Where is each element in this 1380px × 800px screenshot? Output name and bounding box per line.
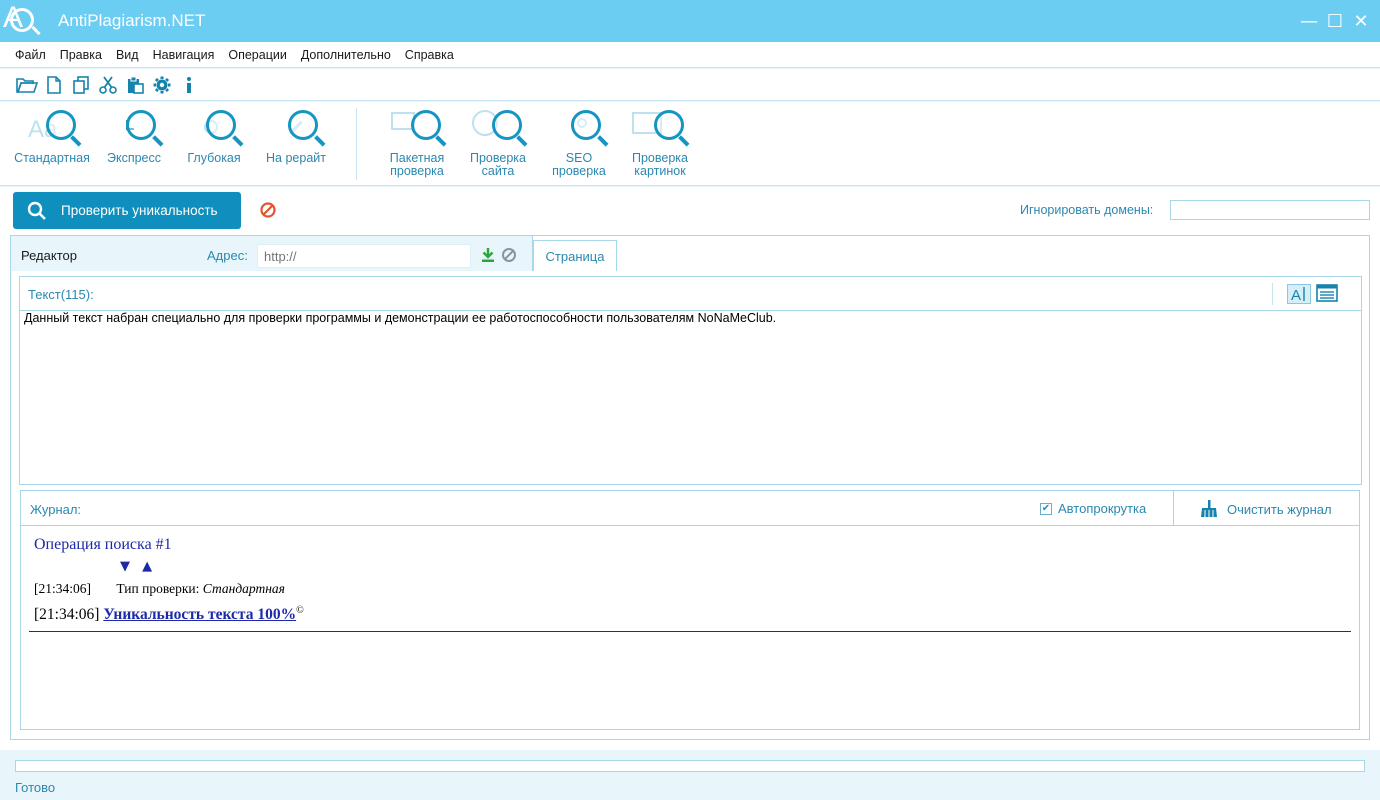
clear-address-icon[interactable] (501, 247, 517, 263)
express-check-button[interactable]: Экспресс (94, 106, 174, 182)
log-entry-result: [21:34:06] Уникальность текста 100%© (34, 605, 304, 624)
menu-edit[interactable]: Правка (53, 48, 109, 62)
deep-check-button[interactable]: Глубокая (174, 106, 254, 182)
log-entry-time: [21:34:06] (34, 581, 91, 596)
standard-check-icon: Aa (24, 106, 82, 152)
arrow-down-icon[interactable]: ▼ (120, 559, 130, 574)
menu-bar: Файл Правка Вид Навигация Операции Допол… (0, 42, 1380, 68)
app-logo-icon: A (0, 0, 42, 42)
standard-check-button[interactable]: Aa Стандартная (12, 106, 92, 182)
ribbon-separator (356, 108, 357, 180)
text-lines-view-icon[interactable] (1316, 284, 1340, 304)
menu-help[interactable]: Справка (398, 48, 461, 62)
uniqueness-result-link[interactable]: Уникальность текста 100% (103, 606, 296, 623)
menu-file[interactable]: Файл (8, 48, 53, 62)
download-icon[interactable] (480, 247, 496, 263)
log-entry-time: [21:34:06] (34, 606, 100, 624)
main-area: Проверить уникальность Игнорировать доме… (0, 187, 1380, 750)
text-count-label: Текст(115): (28, 287, 94, 302)
stop-icon[interactable] (259, 201, 277, 219)
quick-toolbar (0, 69, 1380, 101)
address-label: Адрес: (207, 248, 248, 263)
seo-check-icon (551, 106, 609, 152)
status-text: Готово (15, 780, 56, 795)
menu-navigation[interactable]: Навигация (146, 48, 222, 62)
image-check-icon (632, 106, 690, 152)
rewrite-check-icon (268, 106, 326, 152)
info-icon[interactable] (178, 74, 200, 96)
log-entry-label: Тип проверки: (116, 581, 200, 596)
broom-icon (1201, 500, 1217, 517)
ignore-domains-label: Игнорировать домены: (1020, 203, 1154, 217)
tab-editor[interactable]: Редактор Адрес: (10, 235, 533, 271)
minimize-button[interactable]: — (1296, 0, 1322, 42)
clear-journal-label: Очистить журнал (1227, 501, 1332, 517)
collapse-arrows[interactable]: ▼ ▲ (120, 559, 152, 574)
log-entry-value: Стандартная (202, 581, 285, 596)
tab-page[interactable]: Страница (533, 240, 617, 271)
journal-panel: Журнал: ✔ Автопрокрутка Очистить журнал … (20, 490, 1360, 730)
ribbon-toolbar: Aa Стандартная Экспресс Глубокая На рера… (0, 102, 1380, 186)
seo-check-button[interactable]: SEO проверка (539, 106, 619, 182)
open-folder-icon[interactable] (16, 74, 38, 96)
paste-icon[interactable] (124, 74, 146, 96)
copyright-mark: © (296, 605, 304, 616)
menu-operations[interactable]: Операции (221, 48, 293, 62)
text-cursor-view-icon[interactable]: A (1287, 284, 1311, 304)
text-panel: Текст(115): A Данный текст набран специа… (19, 276, 1362, 485)
menu-extra[interactable]: Дополнительно (294, 48, 398, 62)
journal-header: Журнал: ✔ Автопрокрутка Очистить журнал (21, 491, 1359, 526)
progress-bar (15, 760, 1365, 772)
arrow-up-icon[interactable]: ▲ (142, 559, 152, 574)
autoscroll-checkbox[interactable]: ✔ Автопрокрутка (1040, 501, 1146, 516)
status-bar: Готово (0, 751, 1380, 800)
batch-check-button[interactable]: Пакетная проверка (377, 106, 457, 182)
rewrite-check-button[interactable]: На рерайт (256, 106, 336, 182)
cut-icon[interactable] (97, 74, 119, 96)
text-editor-area[interactable]: Данный текст набран специально для прове… (20, 311, 1361, 325)
menu-view[interactable]: Вид (109, 48, 146, 62)
express-check-icon (106, 106, 164, 152)
title-bar: A AntiPlagiarism.NET — ☐ ✕ (0, 0, 1380, 42)
tab-editor-label: Редактор (21, 248, 77, 263)
check-uniqueness-button[interactable]: Проверить уникальность (13, 192, 241, 229)
image-check-button[interactable]: Проверка картинок (620, 106, 700, 182)
new-file-icon[interactable] (43, 74, 65, 96)
svg-text:A: A (1291, 287, 1301, 304)
deep-check-icon (186, 106, 244, 152)
settings-gear-icon[interactable] (151, 74, 173, 96)
copy-icon[interactable] (70, 74, 92, 96)
address-input[interactable] (257, 244, 471, 268)
journal-header-separator (1173, 491, 1174, 526)
operation-title: Операция поиска #1 (34, 536, 172, 553)
journal-divider (29, 631, 1351, 632)
checkmark-icon: ✔ (1040, 502, 1052, 515)
ignore-domains-input[interactable] (1170, 200, 1370, 220)
log-entry-check-type: [21:34:06] Тип проверки: Стандартная (34, 581, 285, 597)
journal-label: Журнал: (30, 502, 82, 517)
check-uniqueness-label: Проверить уникальность (61, 203, 218, 218)
maximize-button[interactable]: ☐ (1322, 0, 1348, 42)
autoscroll-label: Автопрокрутка (1058, 501, 1147, 516)
header-separator (1272, 283, 1273, 305)
clear-journal-button[interactable]: Очистить журнал (1199, 500, 1332, 518)
text-panel-header: Текст(115): A (20, 277, 1361, 311)
window-title: AntiPlagiarism.NET (58, 11, 206, 30)
batch-check-icon (389, 106, 447, 152)
close-button[interactable]: ✕ (1348, 0, 1374, 42)
search-icon (27, 201, 46, 220)
site-check-icon (470, 106, 528, 152)
site-check-button[interactable]: Проверка сайта (458, 106, 538, 182)
